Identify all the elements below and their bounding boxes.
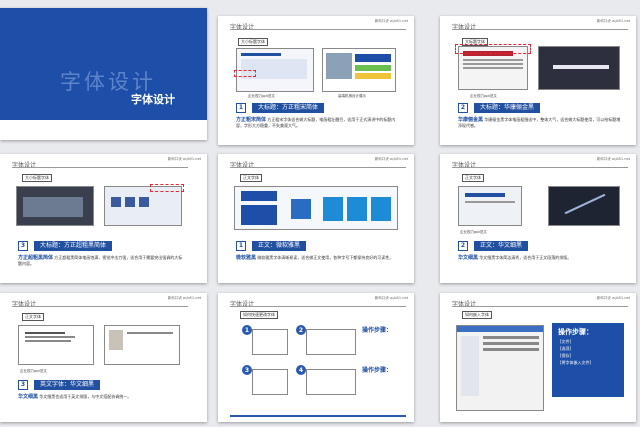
section-tag: 如何快速更改字体	[240, 311, 278, 319]
step-line-4: [将字体嵌入文件]	[560, 360, 592, 365]
bar-number: 1	[236, 102, 246, 113]
caption-left: 企业视力ppt范文	[20, 369, 47, 373]
bar-label: 大标题：方正粗宋简体	[252, 102, 325, 113]
bar-number: 2	[458, 102, 468, 113]
site-url: 新科口诀 w.jb51.net	[596, 157, 630, 161]
slide-preview-left	[16, 186, 94, 226]
slide-thumbnail-5[interactable]: 字体设计 新科口诀 w.jb51.net 正文字体 1 正文：微软雅黑 微软雅黑…	[218, 154, 414, 283]
desc-text: 华文细黑也适用于英文排版，与中文搭配协调统一。	[39, 394, 132, 399]
slide-preview-left	[18, 325, 94, 365]
screenshot-4	[306, 369, 356, 395]
caption-right: 高端机械设计展示	[338, 94, 366, 98]
slide-description: 华康俪金黑 华康俪金黑字体笔画粗细适中，整体大气，适合做大标题使用，可以给标题增…	[458, 117, 623, 129]
section-bar: 3 英文字体：华文细黑	[18, 379, 101, 390]
screenshot-1	[252, 329, 288, 355]
slide-thumbnail-2[interactable]: 字体设计 新科口诀 w.jb51.net 大小标题字体 企业视力ppt范文 高端…	[218, 16, 414, 145]
slide-preview-right	[548, 186, 620, 226]
caption-left: 企业视力ppt范文	[248, 94, 275, 98]
slide-description: 微软雅黑 微软雅黑字体清晰易读，适合做正文使用，各种字号下都保持良好的可读性。	[236, 255, 401, 261]
section-tag: 大小标题字体	[238, 38, 268, 46]
section-bar: 2 正文：华文细黑	[458, 240, 529, 251]
slide-thumbnail-8[interactable]: 字体设计 新科口诀 w.jb51.net 如何快速更改字体 1 2 3 4 操作…	[218, 293, 414, 422]
steps-title: 操作步骤：	[362, 327, 393, 334]
step-number-4: 4	[296, 365, 306, 375]
slide-preview-right	[104, 186, 182, 226]
section-tag: 正文字体	[240, 174, 262, 182]
step-number-2: 2	[296, 325, 306, 335]
section-tag: 如何嵌入字体	[462, 311, 492, 319]
site-url: 新科口诀 w.jb51.net	[596, 296, 630, 300]
section-tag: 正文字体	[462, 174, 484, 182]
desc-text: 华文细黑字体简洁清秀，适合用于正文段落的排版。	[479, 255, 572, 260]
site-url: 新科口诀 w.jb51.net	[374, 157, 408, 161]
bar-number: 3	[18, 240, 28, 251]
site-url: 新科口诀 w.jb51.net	[374, 19, 408, 23]
section-tag: 正文字体	[22, 313, 44, 321]
desc-bold: 华文细黑	[18, 394, 39, 400]
bar-label: 大标题：华康俪金黑	[474, 102, 541, 113]
bar-label: 正文：华文细黑	[474, 240, 529, 251]
slide-small-title: 字体设计	[131, 93, 175, 106]
highlight-box	[234, 70, 256, 77]
bar-number: 3	[18, 379, 28, 390]
slide-description: 方正粗宋简体 方正粗宋字体适合做大标题，笔画粗壮醒目，适用于正式演讲中的标题内容…	[236, 117, 401, 129]
bar-label: 正文：微软雅黑	[252, 240, 307, 251]
steps-panel: 操作步骤： [文件] [选项] [保存] [将字体嵌入文件]	[552, 323, 624, 397]
slide-thumbnail-grid: 字体设计 字体设计 字体设计 新科口诀 w.jb51.net 大小标题字体 企业…	[0, 0, 640, 427]
slide-description: 方正超粗黑简体 方正超粗黑简体笔画饱满，视觉冲击力强，适合用于需要突出强调的大标…	[18, 255, 183, 267]
step-number-3: 3	[242, 365, 252, 375]
slide-preview-left	[458, 186, 522, 226]
step-line-1: [文件]	[560, 339, 572, 344]
desc-bold: 华文细黑	[458, 255, 479, 261]
screenshot-2	[306, 329, 356, 355]
bar-number: 1	[236, 240, 246, 251]
site-url: 新科口诀 w.jb51.net	[374, 296, 408, 300]
options-dialog-screenshot	[456, 325, 544, 411]
section-bar: 1 正文：微软雅黑	[236, 240, 307, 251]
desc-text: 微软雅黑字体清晰易读，适合做正文使用，各种字号下都保持良好的可读性。	[257, 255, 394, 260]
slide-thumbnail-9[interactable]: 字体设计 新科口诀 w.jb51.net 如何嵌入字体 操作步骤： [文件] […	[440, 293, 636, 422]
steps-title: 操作步骤：	[558, 328, 593, 336]
desc-bold: 微软雅黑	[236, 255, 257, 261]
section-bar: 2 大标题：华康俪金黑	[458, 102, 541, 113]
slide-thumbnail-1[interactable]: 字体设计 字体设计	[0, 8, 207, 140]
slide-thumbnail-4[interactable]: 字体设计 新科口诀 w.jb51.net 大小标题字体 3 大标题：方正超粗黑简…	[0, 154, 207, 283]
steps-title-2: 操作步骤：	[362, 367, 393, 374]
bar-number: 2	[458, 240, 468, 251]
bar-label: 英文字体：华文细黑	[34, 379, 101, 390]
caption-left: 企业视力ppt范文	[460, 230, 487, 234]
site-url: 新科口诀 w.jb51.net	[167, 296, 201, 300]
slide-preview-right	[538, 46, 620, 90]
slide-thumbnail-3[interactable]: 字体设计 新科口诀 w.jb51.net 大标题字体 企业视力ppt范文 2 大…	[440, 16, 636, 145]
section-bar: 1 大标题：方正粗宋简体	[236, 102, 325, 113]
slide-preview	[234, 186, 398, 230]
title-band	[0, 8, 207, 120]
slide-description: 华文细黑 华文细黑字体简洁清秀，适合用于正文段落的排版。	[458, 255, 623, 261]
step-line-3: [保存]	[560, 353, 572, 358]
site-url: 新科口诀 w.jb51.net	[596, 19, 630, 23]
bar-label: 大标题：方正超粗黑简体	[34, 240, 113, 251]
section-tag: 大小标题字体	[22, 174, 52, 182]
screenshot-3	[252, 369, 288, 395]
slide-preview-right	[104, 325, 180, 365]
highlight-box	[150, 184, 184, 192]
highlight-box	[455, 44, 531, 54]
site-url: 新科口诀 w.jb51.net	[167, 157, 201, 161]
step-number-1: 1	[242, 325, 252, 335]
slide-thumbnail-6[interactable]: 字体设计 新科口诀 w.jb51.net 正文字体 企业视力ppt范文 2 正文…	[440, 154, 636, 283]
step-line-2: [选项]	[560, 346, 572, 351]
caption-left: 企业视力ppt范文	[470, 94, 497, 98]
slide-thumbnail-7[interactable]: 字体设计 新科口诀 w.jb51.net 正文字体 企业视力ppt范文 3 英文…	[0, 293, 207, 422]
slide-preview-right	[322, 48, 396, 92]
footer-bar	[230, 415, 406, 417]
slide-description: 华文细黑 华文细黑也适用于英文排版，与中文搭配协调统一。	[18, 394, 183, 400]
section-bar: 3 大标题：方正超粗黑简体	[18, 240, 113, 251]
